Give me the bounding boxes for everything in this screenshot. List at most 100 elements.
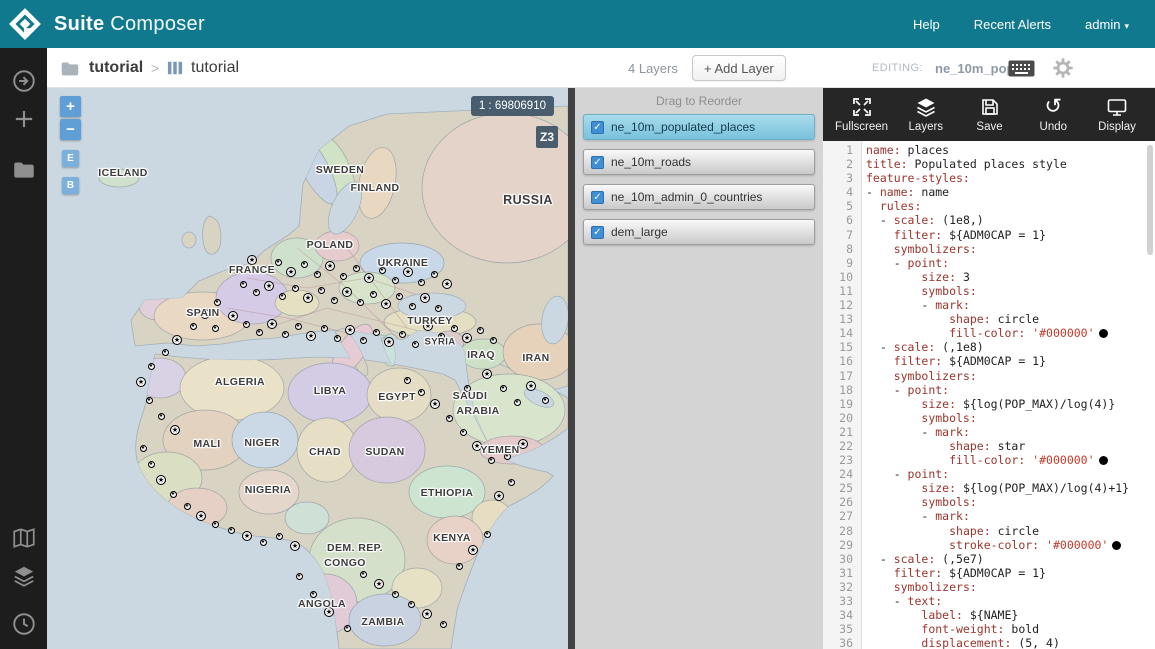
layer-visibility-checkbox[interactable]: ✓ xyxy=(591,121,604,134)
zoom-level-badge: Z3 xyxy=(536,126,558,148)
place-marker xyxy=(303,293,313,303)
place-marker xyxy=(212,521,219,528)
color-swatch[interactable] xyxy=(1099,329,1108,338)
zoom-in-button[interactable]: + xyxy=(60,96,81,117)
place-marker xyxy=(422,609,432,619)
code-line: 29 stroke-color: '#000000' xyxy=(823,538,1155,552)
layers-panel: Drag to Reorder ✓ne_10m_populated_places… xyxy=(575,88,823,649)
layers-icon xyxy=(11,563,37,589)
code-line: 34 label: ${NAME} xyxy=(823,608,1155,622)
map-canvas[interactable]: ICELANDSWEDENFINLANDRUSSIAPOLANDUKRAINEF… xyxy=(47,88,568,649)
layer-row[interactable]: ✓dem_large xyxy=(583,219,815,245)
app-title: Suite Composer xyxy=(54,13,205,36)
place-marker xyxy=(396,293,403,300)
place-marker xyxy=(282,331,289,338)
place-marker xyxy=(392,277,399,284)
settings-button[interactable] xyxy=(1052,48,1074,88)
place-marker xyxy=(518,439,528,449)
code-line: 3feature-styles: xyxy=(823,171,1155,185)
layer-row[interactable]: ✓ne_10m_admin_0_countries xyxy=(583,184,815,210)
gear-icon xyxy=(1052,57,1074,79)
layer-row[interactable]: ✓ ne_10m_roads xyxy=(583,149,815,175)
place-marker xyxy=(392,591,399,598)
code-line: 2title: Populated places style xyxy=(823,157,1155,171)
place-marker xyxy=(242,531,252,541)
place-marker xyxy=(184,503,191,510)
save-icon xyxy=(979,96,1001,118)
place-marker xyxy=(404,377,411,384)
place-marker xyxy=(423,321,433,331)
place-marker xyxy=(384,337,394,347)
place-marker xyxy=(321,325,328,332)
breadcrumb-map[interactable]: tutorial xyxy=(191,48,239,88)
place-marker xyxy=(430,399,440,409)
open-project-button[interactable] xyxy=(11,68,37,94)
breadcrumb-project[interactable]: tutorial xyxy=(89,48,143,88)
color-swatch[interactable] xyxy=(1112,541,1121,550)
display-button[interactable]: Display xyxy=(1091,96,1143,133)
layer-count-label: 4 Layers xyxy=(628,48,678,88)
place-marker xyxy=(146,397,153,404)
place-marker xyxy=(446,415,453,422)
shortcuts-button[interactable] xyxy=(1008,48,1035,88)
code-line: 11 symbols: xyxy=(823,284,1155,298)
layers-stack-icon xyxy=(915,96,937,118)
help-link[interactable]: Help xyxy=(913,17,940,32)
layers-button[interactable] xyxy=(11,563,37,589)
scale-badge: 1 : 69806910 xyxy=(471,96,554,116)
place-marker xyxy=(435,305,442,312)
place-marker xyxy=(353,265,360,272)
recent-alerts-link[interactable]: Recent Alerts xyxy=(974,17,1051,32)
place-marker xyxy=(243,321,250,328)
place-marker xyxy=(156,475,166,485)
keyboard-icon xyxy=(1008,60,1035,77)
place-marker xyxy=(364,273,374,283)
place-marker xyxy=(170,425,180,435)
color-swatch[interactable] xyxy=(1099,456,1108,465)
breadcrumb-bar: tutorial > tutorial 4 Layers + Add Layer… xyxy=(47,48,1155,88)
place-marker xyxy=(342,287,352,297)
panel-splitter[interactable] xyxy=(568,88,575,649)
place-marker xyxy=(162,349,169,356)
place-marker xyxy=(408,601,415,608)
editor-scrollbar[interactable] xyxy=(1147,145,1153,255)
place-marker xyxy=(357,299,364,306)
add-layer-button[interactable]: + Add Layer xyxy=(692,55,786,81)
zoom-out-button[interactable]: − xyxy=(60,119,81,140)
place-marker xyxy=(484,531,491,538)
layer-name: ne_10m_populated_places xyxy=(611,120,755,134)
layer-visibility-checkbox[interactable]: ✓ xyxy=(591,156,604,169)
place-marker xyxy=(318,287,325,294)
place-marker xyxy=(403,267,413,277)
code-line: 31 filter: ${ADM0CAP = 1} xyxy=(823,566,1155,580)
projects-button[interactable] xyxy=(11,156,37,182)
map-columns-icon xyxy=(167,48,183,88)
place-marker xyxy=(442,279,452,289)
save-button[interactable]: Save xyxy=(964,96,1016,133)
brand-logo-icon xyxy=(8,7,42,41)
place-marker xyxy=(331,297,338,304)
place-marker xyxy=(325,261,335,271)
undo-button[interactable]: ↺ Undo xyxy=(1027,96,1079,133)
top-navbar: Suite Composer Help Recent Alerts admin▾ xyxy=(0,0,1155,48)
yaml-code-editor[interactable]: 1name: places2title: Populated places st… xyxy=(823,141,1155,649)
editor-layers-button[interactable]: Layers xyxy=(900,96,952,133)
maps-button[interactable] xyxy=(11,525,37,551)
chevron-down-icon: ▾ xyxy=(1124,21,1129,31)
place-marker xyxy=(542,397,549,404)
layer-name: ne_10m_roads xyxy=(611,155,691,169)
user-menu[interactable]: admin▾ xyxy=(1085,17,1129,32)
layer-row[interactable]: ✓ ne_10m_populated_places xyxy=(583,114,815,140)
place-marker xyxy=(409,303,416,310)
new-item-button[interactable] xyxy=(11,106,37,132)
map-icon xyxy=(11,525,37,551)
fullscreen-button[interactable]: Fullscreen xyxy=(835,96,888,133)
layer-visibility-checkbox[interactable]: ✓ xyxy=(591,226,604,239)
place-marker xyxy=(286,267,296,277)
place-marker xyxy=(494,491,504,501)
history-button[interactable] xyxy=(11,611,37,637)
map-b-button[interactable]: B xyxy=(62,177,79,194)
map-e-button[interactable]: E xyxy=(62,150,79,167)
place-marker xyxy=(370,291,377,298)
layer-visibility-checkbox[interactable]: ✓ xyxy=(591,191,604,204)
